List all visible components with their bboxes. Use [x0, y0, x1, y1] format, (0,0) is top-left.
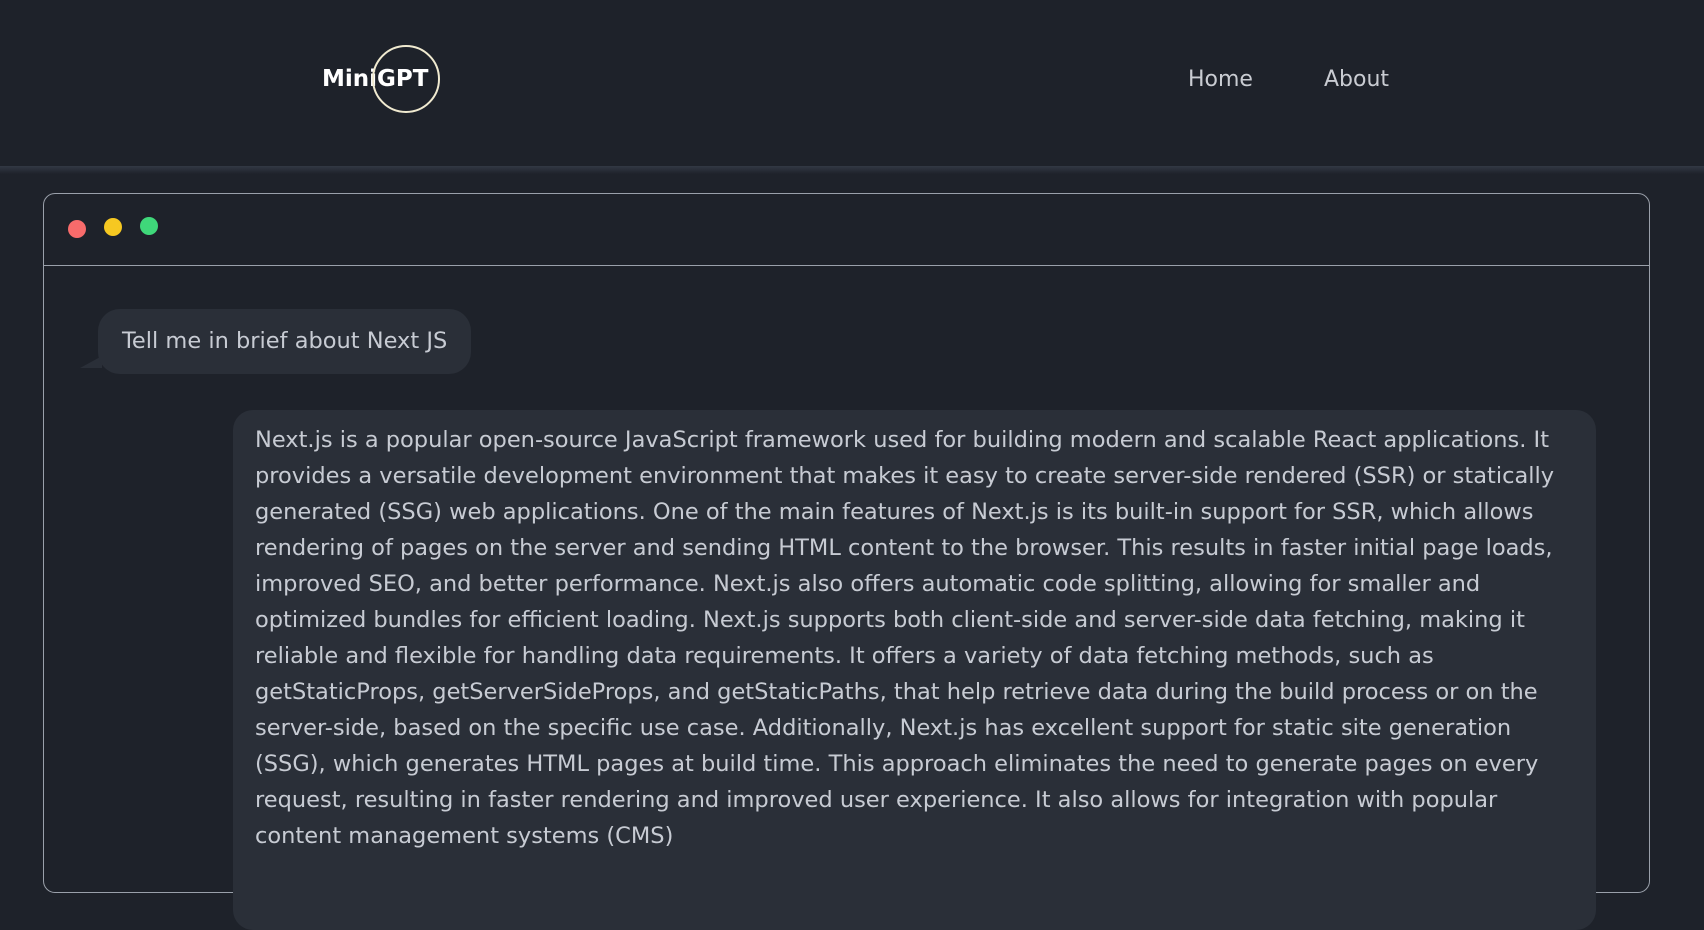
nav-home-link[interactable]: Home: [1188, 66, 1253, 94]
site-header: MiniGPT Home About: [0, 0, 1704, 168]
assistant-message: Next.js is a popular open-source JavaScr…: [233, 410, 1596, 930]
header-divider: [0, 166, 1704, 174]
window-title-bar: [44, 194, 1649, 266]
window-minimize-dot[interactable]: [104, 218, 122, 236]
chat-window: Tell me in brief about Next JS Next.js i…: [43, 193, 1650, 930]
nav-about-link[interactable]: About: [1324, 66, 1389, 94]
window-close-dot[interactable]: [68, 220, 86, 238]
logo-circle: [372, 45, 440, 113]
window-maximize-dot[interactable]: [140, 217, 158, 235]
user-message: Tell me in brief about Next JS: [98, 309, 472, 374]
